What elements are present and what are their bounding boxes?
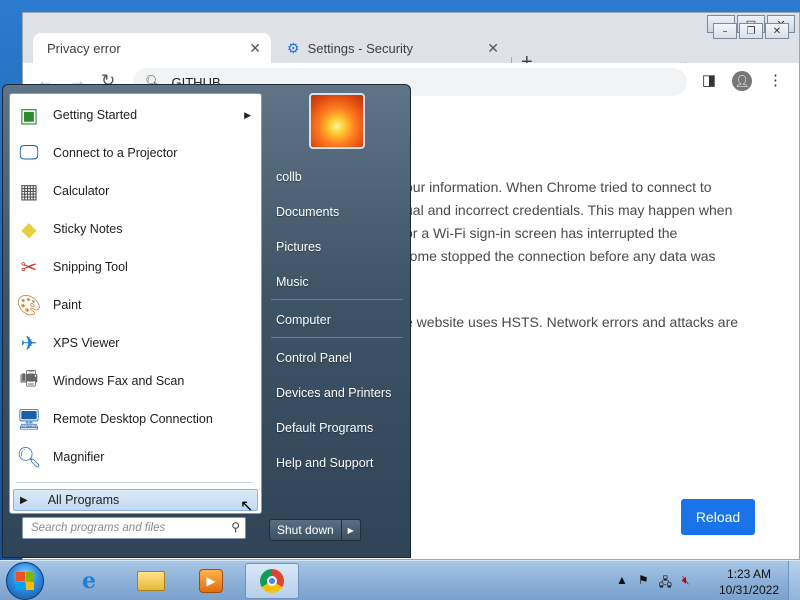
- tab-privacy-error[interactable]: Privacy error ✕: [33, 33, 271, 63]
- tab-settings-security[interactable]: ⚙ Settings - Security ✕: [273, 33, 509, 63]
- internet-explorer-icon: e: [82, 568, 96, 594]
- gear-icon: ⚙: [287, 39, 300, 56]
- link-music[interactable]: Music: [276, 275, 309, 289]
- windows-logo-icon: [16, 572, 34, 590]
- show-hidden-icons-icon[interactable]: ▲: [616, 573, 628, 594]
- program-connect-projector[interactable]: 🖵︎ Connect to a Projector: [10, 134, 261, 172]
- program-snipping-tool[interactable]: ✂ Snipping Tool: [10, 248, 261, 286]
- program-label: XPS Viewer: [53, 336, 120, 350]
- program-getting-started[interactable]: ▣ Getting Started ▶: [10, 96, 261, 134]
- triangle-right-icon: ▶: [20, 494, 28, 506]
- remote-desktop-icon: 🖥︎: [16, 408, 42, 431]
- search-icon[interactable]: ⚲: [231, 520, 240, 534]
- taskbar-media-player[interactable]: ▶: [184, 563, 238, 599]
- divider: [271, 299, 403, 300]
- clock[interactable]: 1:23 AM 10/31/2022: [714, 566, 784, 598]
- program-label: Remote Desktop Connection: [53, 412, 213, 426]
- tab-strip: Privacy error ✕ ⚙ Settings - Security ✕ …: [23, 31, 799, 75]
- start-menu: ▣ Getting Started ▶ 🖵︎ Connect to a Proj…: [2, 84, 411, 558]
- program-paint[interactable]: 🎨︎ Paint: [10, 286, 261, 324]
- program-label: Calculator: [53, 184, 110, 198]
- chrome-icon: [260, 569, 284, 593]
- link-pictures[interactable]: Pictures: [276, 240, 321, 254]
- start-search-input[interactable]: Search programs and files ⚲: [22, 517, 246, 539]
- user-picture[interactable]: [309, 93, 365, 149]
- program-label: Snipping Tool: [53, 260, 128, 274]
- search-placeholder: Search programs and files: [31, 522, 166, 534]
- network-icon[interactable]: 🖧︎: [659, 573, 672, 594]
- fax-icon: 🖷︎: [19, 368, 39, 390]
- divider: [16, 482, 252, 483]
- tab-title: Settings - Security: [307, 40, 414, 56]
- error-text-line: our information. When Chrome tried to co…: [405, 179, 712, 195]
- system-tray: ▲ ⚑ 🖧︎ 🔇︎: [616, 573, 690, 594]
- programs-pane: ▣ Getting Started ▶ 🖵︎ Connect to a Proj…: [9, 93, 262, 515]
- program-fax-scan[interactable]: 🖷︎ Windows Fax and Scan: [10, 362, 261, 400]
- program-label: Magnifier: [53, 450, 105, 464]
- program-remote-desktop[interactable]: 🖥︎ Remote Desktop Connection: [10, 400, 261, 438]
- program-sticky-notes[interactable]: ◆ Sticky Notes: [10, 210, 261, 248]
- tab-close-icon[interactable]: ✕: [249, 40, 261, 57]
- program-label: Connect to a Projector: [53, 146, 178, 160]
- taskbar: e ▶ ▲ ⚑ 🖧︎ 🔇︎ 1:23 AM 10/31/2022: [0, 560, 800, 600]
- clock-date: 10/31/2022: [718, 583, 780, 597]
- link-devices-printers[interactable]: Devices and Printers: [276, 386, 391, 400]
- shutdown-button[interactable]: Shut down: [270, 520, 342, 540]
- program-label: Sticky Notes: [53, 222, 123, 236]
- error-text-line: ual and incorrect credentials. This may …: [405, 202, 733, 218]
- magnifier-icon: 🔍︎: [16, 446, 42, 469]
- error-text-line: or a Wi-Fi sign-in screen has interrupte…: [405, 225, 678, 241]
- taskbar-internet-explorer[interactable]: e: [62, 563, 116, 599]
- sticky-notes-icon: ◆: [21, 218, 37, 241]
- submenu-arrow-icon: ▶: [244, 109, 251, 120]
- side-panel-icon[interactable]: ◨: [702, 71, 716, 91]
- show-desktop-button[interactable]: [788, 561, 800, 600]
- profile-icon[interactable]: 👤︎: [732, 71, 752, 91]
- reload-button[interactable]: Reload: [681, 499, 755, 535]
- shutdown-control: Shut down ▶: [269, 519, 361, 541]
- link-control-panel[interactable]: Control Panel: [276, 351, 352, 365]
- program-label: Getting Started: [53, 108, 138, 122]
- program-xps-viewer[interactable]: ✈ XPS Viewer: [10, 324, 261, 362]
- tab-close-icon[interactable]: ✕: [487, 40, 499, 57]
- start-button[interactable]: [6, 562, 44, 600]
- taskbar-chrome[interactable]: [245, 563, 299, 599]
- clock-time: 1:23 AM: [726, 567, 772, 581]
- link-help-support[interactable]: Help and Support: [276, 456, 373, 470]
- xps-viewer-icon: ✈: [20, 332, 38, 355]
- error-text-line: rome stopped the connection before any d…: [405, 248, 716, 264]
- error-text-line: e website uses HSTS. Network errors and …: [405, 314, 739, 330]
- link-computer[interactable]: Computer: [276, 313, 331, 327]
- volume-muted-icon[interactable]: 🔇︎: [682, 573, 690, 594]
- menu-kebab-icon[interactable]: ⋮: [768, 71, 783, 91]
- all-programs-button[interactable]: ▶ All Programs: [13, 489, 258, 511]
- divider: [271, 337, 403, 338]
- program-magnifier[interactable]: 🔍︎ Magnifier: [10, 438, 261, 476]
- mouse-cursor-icon: ↖: [240, 498, 254, 515]
- folder-icon: [137, 571, 165, 591]
- link-documents[interactable]: Documents: [276, 205, 339, 219]
- scissors-icon: ✂: [20, 256, 38, 279]
- media-player-icon: ▶: [199, 569, 223, 593]
- shutdown-options-arrow-icon[interactable]: ▶: [342, 520, 360, 540]
- projector-icon: 🖵︎: [19, 141, 39, 164]
- program-label: Windows Fax and Scan: [53, 374, 185, 388]
- getting-started-icon: ▣: [19, 104, 39, 127]
- all-programs-label: All Programs: [47, 493, 120, 507]
- paint-palette-icon: 🎨︎: [16, 294, 42, 317]
- calculator-icon: ▦: [19, 180, 39, 203]
- toolbar-actions: ◨ 👤︎ ⋮: [702, 71, 783, 91]
- action-center-flag-icon[interactable]: ⚑: [638, 573, 649, 594]
- program-label: Paint: [53, 298, 82, 312]
- tab-title: Privacy error: [47, 40, 121, 56]
- link-default-programs[interactable]: Default Programs: [276, 421, 373, 435]
- link-user-folder[interactable]: collb: [276, 170, 302, 184]
- program-calculator[interactable]: ▦ Calculator: [10, 172, 261, 210]
- taskbar-file-explorer[interactable]: [124, 563, 178, 599]
